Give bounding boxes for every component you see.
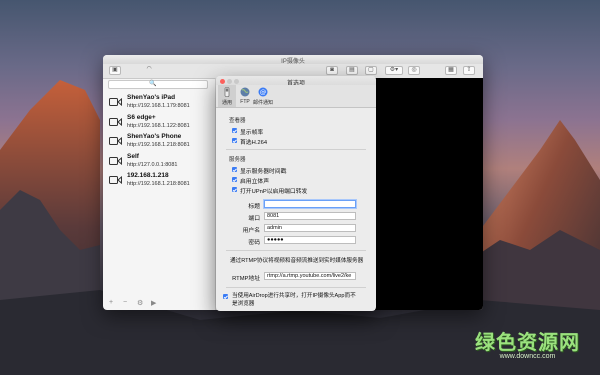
password-label: 密码 xyxy=(248,240,260,246)
camera-url: http://192.168.1.218:8081 xyxy=(127,142,190,148)
password-field[interactable]: ●●●●● xyxy=(264,236,356,244)
checkbox-upnp[interactable] xyxy=(232,187,237,192)
username-field[interactable]: admin xyxy=(264,224,356,232)
preferences-window: 首选项 通用 FTP @ 邮件通知 查看器 显示帧率 首选H.264 服务器 显… xyxy=(216,76,376,311)
globe-icon xyxy=(240,87,250,97)
section-server-heading: 服务器 xyxy=(229,157,246,163)
camera-name: S6 edge+ xyxy=(127,113,156,121)
camera-url: http://192.168.1.218:8081 xyxy=(127,181,190,187)
sidebar-toggle-button[interactable]: ▣ xyxy=(109,66,121,75)
checkbox-label: 启用立体声 xyxy=(240,179,269,185)
camera-url: http://192.168.1.122:8081 xyxy=(127,122,190,129)
remove-camera-button[interactable]: − xyxy=(123,299,127,306)
record-button[interactable]: ▤ xyxy=(346,66,358,75)
tab-label: 邮件通知 xyxy=(252,100,273,106)
camera-name: Self xyxy=(127,152,139,160)
switch-icon xyxy=(224,87,230,97)
watermark-title: 绿色资源网 xyxy=(475,330,580,354)
watermark: 绿色资源网 www.downcc.com xyxy=(475,326,580,360)
play-icon[interactable]: ▶ xyxy=(151,299,156,307)
search-input[interactable]: 🔍 xyxy=(108,80,208,89)
title-label: 标题 xyxy=(248,204,260,210)
prefs-titlebar: 首选项 xyxy=(216,76,376,87)
wifi-icon[interactable]: ◠ xyxy=(141,66,157,75)
camera-url: http://127.0.0.1:8081 xyxy=(127,161,178,168)
list-item[interactable]: Self http://127.0.0.1:8081 xyxy=(103,151,215,171)
checkbox-label: 打开UPnP以启用端口转发 xyxy=(240,189,308,195)
snapshot-button[interactable]: ◙ xyxy=(326,66,338,75)
camera-name: ShenYao's Phone xyxy=(127,133,182,140)
port-label: 端口 xyxy=(248,216,260,222)
checkbox-label: 显示帧率 xyxy=(240,130,264,136)
checkbox-show-fps[interactable] xyxy=(232,128,237,133)
camera-name: ShenYao's iPad xyxy=(127,94,176,101)
list-bottom-bar: + − ⚙ ▶ xyxy=(103,295,215,310)
camera-settings-button[interactable]: ▢ xyxy=(365,66,377,75)
username-label: 用户名 xyxy=(242,228,260,234)
add-camera-button[interactable]: + xyxy=(109,299,113,306)
divider xyxy=(226,149,366,150)
list-item[interactable]: S6 edge+ http://192.168.1.122:8081 xyxy=(103,112,215,132)
video-camera-icon xyxy=(109,117,122,126)
share-button[interactable]: ⇧ xyxy=(463,66,475,75)
video-camera-icon xyxy=(109,176,122,184)
video-camera-icon xyxy=(109,137,122,145)
camera-list: ShenYao's iPad http://192.168.1.179:8081… xyxy=(103,92,215,190)
airdrop-description: 当使用AirDrop进行共享时，打开IP摄像头App而不是浏览器 xyxy=(232,293,356,307)
gear-menu-button[interactable]: ⚙▾ xyxy=(385,66,403,75)
video-preview xyxy=(375,78,483,310)
list-item[interactable]: 192.168.1.218 http://192.168.1.218:8081 xyxy=(103,170,215,190)
rtmp-url-field[interactable]: rtmp://a.rtmp.youtube.com/live2/ke xyxy=(264,272,356,280)
rtmp-label: RTMP地址 xyxy=(232,276,260,282)
options-button[interactable]: ◎ xyxy=(408,66,420,75)
tab-email-notify[interactable]: @ 邮件通知 xyxy=(253,85,273,107)
checkbox-label: 显示服务器时间戳 xyxy=(240,169,287,175)
checkbox-airdrop[interactable] xyxy=(223,294,228,299)
video-camera-icon xyxy=(109,98,122,106)
checkbox-label: 首选H.264 xyxy=(240,140,268,146)
section-viewer-heading: 查看器 xyxy=(229,118,246,124)
svg-text:@: @ xyxy=(260,88,267,96)
port-field[interactable]: 8081 xyxy=(264,212,356,220)
title-field[interactable] xyxy=(264,200,356,208)
camera-name: 192.168.1.218 xyxy=(127,172,169,179)
checkbox-stereo[interactable] xyxy=(232,177,237,182)
camera-url: http://192.168.1.179:8081 xyxy=(127,103,190,109)
prefs-tabs: 通用 FTP @ 邮件通知 xyxy=(216,85,376,108)
checkbox-prefer-h264[interactable] xyxy=(232,138,237,143)
grid-view-button[interactable]: ▦ xyxy=(445,66,457,75)
checkbox-server-timestamp[interactable] xyxy=(232,167,237,172)
at-icon: @ xyxy=(258,87,268,97)
camera-settings-icon[interactable]: ⚙ xyxy=(137,299,143,307)
divider xyxy=(226,287,366,288)
video-camera-icon xyxy=(109,156,122,165)
list-item[interactable]: ShenYao's iPad http://192.168.1.179:8081 xyxy=(103,92,215,112)
divider xyxy=(226,250,366,251)
rtmp-description: 通过RTMP协议将视频和音频流推送到实时媒体服务器 xyxy=(230,258,364,264)
list-item[interactable]: ShenYao's Phone http://192.168.1.218:808… xyxy=(103,131,215,151)
